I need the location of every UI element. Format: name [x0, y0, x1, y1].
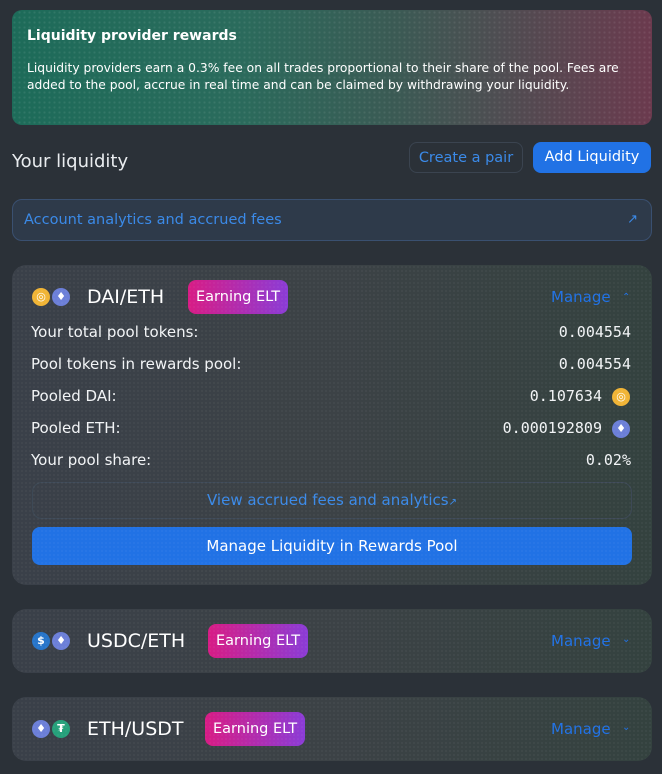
eth-token-icon: ♦ — [612, 420, 630, 438]
pair-name: USDC/ETH — [87, 630, 186, 652]
earning-badge: Earning ELT — [208, 624, 309, 658]
manage-rewards-pool-button[interactable]: Manage Liquidity in Rewards Pool — [32, 527, 632, 565]
pool-share-label: Your pool share: — [31, 451, 152, 469]
position-card-usdc-eth[interactable]: $ ♦ USDC/ETH Earning ELT Manage ⌄ — [12, 609, 652, 673]
total-pool-tokens-label: Your total pool tokens: — [31, 323, 199, 341]
pooled-dai-value: 0.107634 — [529, 387, 602, 405]
position-card-eth-usdt[interactable]: ♦ ₮ ETH/USDT Earning ELT Manage ⌄ — [12, 697, 652, 761]
chevron-down-icon[interactable]: ⌄ — [622, 634, 630, 645]
create-pair-button[interactable]: Create a pair — [409, 142, 523, 173]
page-title: Your liquidity — [12, 151, 129, 172]
chevron-up-icon[interactable]: ⌃ — [622, 292, 630, 303]
manage-toggle[interactable]: Manage — [551, 632, 611, 650]
dai-token-icon: ◎ — [612, 388, 630, 406]
banner-text: Liquidity providers earn a 0.3% fee on a… — [27, 61, 619, 92]
view-accrued-fees-button[interactable]: View accrued fees and analytics↗ — [32, 482, 632, 519]
pair-name: ETH/USDT — [87, 718, 184, 740]
external-arrow-icon: ↗ — [448, 497, 457, 508]
account-analytics-label: Account analytics and accrued fees — [24, 212, 282, 228]
eth-token-icon: ♦ — [52, 288, 70, 306]
earning-badge: Earning ELT — [205, 712, 306, 746]
manage-toggle[interactable]: Manage — [551, 288, 611, 306]
pooled-dai-label: Pooled DAI: — [31, 387, 117, 405]
manage-toggle[interactable]: Manage — [551, 720, 611, 738]
rewards-pool-tokens-value: 0.004554 — [558, 355, 631, 373]
pooled-eth-value: 0.000192809 — [502, 419, 602, 437]
rewards-banner: Liquidity provider rewards Liquidity pro… — [12, 10, 652, 125]
position-card-dai-eth: ◎ ♦ DAI/ETH Earning ELT Manage ⌃ Your to… — [12, 265, 652, 585]
add-liquidity-button[interactable]: Add Liquidity — [533, 142, 651, 173]
usdt-token-icon: ₮ — [52, 720, 70, 738]
view-accrued-fees-label: View accrued fees and analytics — [207, 491, 449, 509]
pool-share-value: 0.02% — [585, 451, 631, 469]
eth-token-icon: ♦ — [52, 632, 70, 650]
banner-title: Liquidity provider rewards — [27, 28, 237, 44]
total-pool-tokens-value: 0.004554 — [558, 323, 631, 341]
rewards-pool-tokens-label: Pool tokens in rewards pool: — [31, 355, 242, 373]
eth-token-icon: ♦ — [32, 720, 50, 738]
account-analytics-link[interactable]: Account analytics and accrued fees ↗ — [12, 199, 652, 241]
earning-badge: Earning ELT — [188, 280, 289, 314]
dai-token-icon: ◎ — [32, 288, 50, 306]
pooled-eth-label: Pooled ETH: — [31, 419, 121, 437]
chevron-down-icon[interactable]: ⌄ — [622, 722, 630, 733]
usdc-token-icon: $ — [32, 632, 50, 650]
pair-name: DAI/ETH — [87, 286, 165, 308]
external-arrow-icon: ↗ — [627, 212, 638, 227]
